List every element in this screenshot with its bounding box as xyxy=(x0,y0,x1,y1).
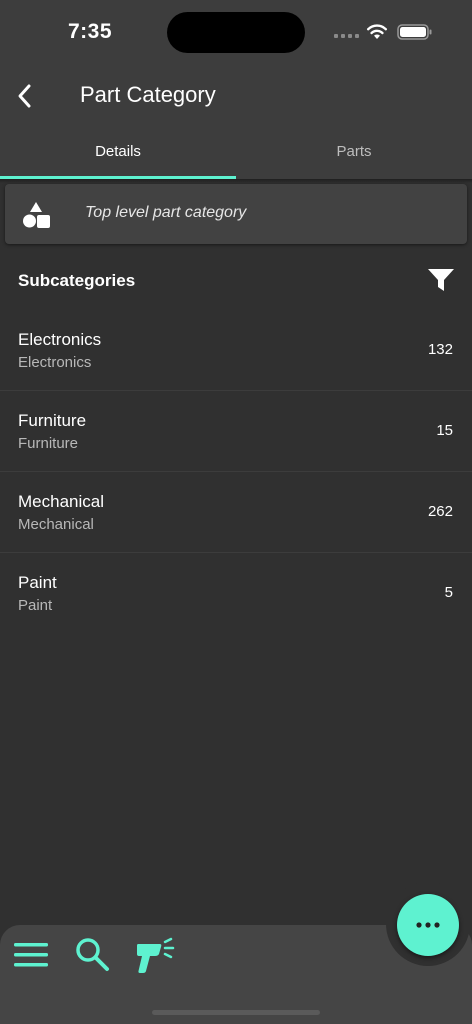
category-description: Top level part category xyxy=(85,204,247,221)
tab-parts[interactable]: Parts xyxy=(236,143,472,160)
home-indicator xyxy=(152,1010,320,1015)
barcode-scanner-icon[interactable] xyxy=(134,936,178,974)
filter-icon[interactable] xyxy=(427,267,455,293)
subcategory-name: Furniture xyxy=(18,411,87,430)
menu-icon[interactable] xyxy=(14,940,48,970)
page-title: Part Category xyxy=(80,82,216,107)
list-item[interactable]: Furniture Furniture 15 xyxy=(0,391,472,472)
subcategory-name: Electronics xyxy=(18,330,102,349)
wifi-icon xyxy=(367,24,387,39)
subcategory-description: Furniture xyxy=(18,435,79,452)
list-item[interactable]: Mechanical Mechanical 262 xyxy=(0,472,472,553)
subcategory-name: Paint xyxy=(18,573,57,592)
dynamic-island xyxy=(167,12,305,53)
app-bar-shadow xyxy=(0,179,472,183)
back-arrow-icon[interactable] xyxy=(14,83,38,109)
subcategory-description: Paint xyxy=(18,597,53,614)
tab-details[interactable]: Details xyxy=(0,143,236,160)
subcategory-count: 5 xyxy=(444,584,453,601)
subcategory-description: Electronics xyxy=(18,354,92,371)
subcategory-list: Electronics Electronics 132 Furniture Fu… xyxy=(0,310,472,633)
list-item[interactable]: Electronics Electronics 132 xyxy=(0,310,472,391)
more-actions-button[interactable] xyxy=(397,894,459,956)
subcategory-count: 132 xyxy=(427,341,453,358)
subcategory-count: 15 xyxy=(436,422,453,439)
battery-icon xyxy=(397,24,432,40)
subcategories-heading: Subcategories xyxy=(18,271,136,290)
subcategory-name: Mechanical xyxy=(18,492,104,511)
cellular-signal-icon xyxy=(334,34,359,38)
list-item[interactable]: Paint Paint 5 xyxy=(0,553,472,633)
subcategory-description: Mechanical xyxy=(18,516,94,533)
shapes-icon xyxy=(23,202,50,228)
search-icon[interactable] xyxy=(74,936,110,972)
category-info-card: Top level part category xyxy=(5,184,467,244)
more-horizontal-icon xyxy=(416,922,440,928)
subcategory-count: 262 xyxy=(427,503,453,520)
status-time: 7:35 xyxy=(68,20,113,43)
